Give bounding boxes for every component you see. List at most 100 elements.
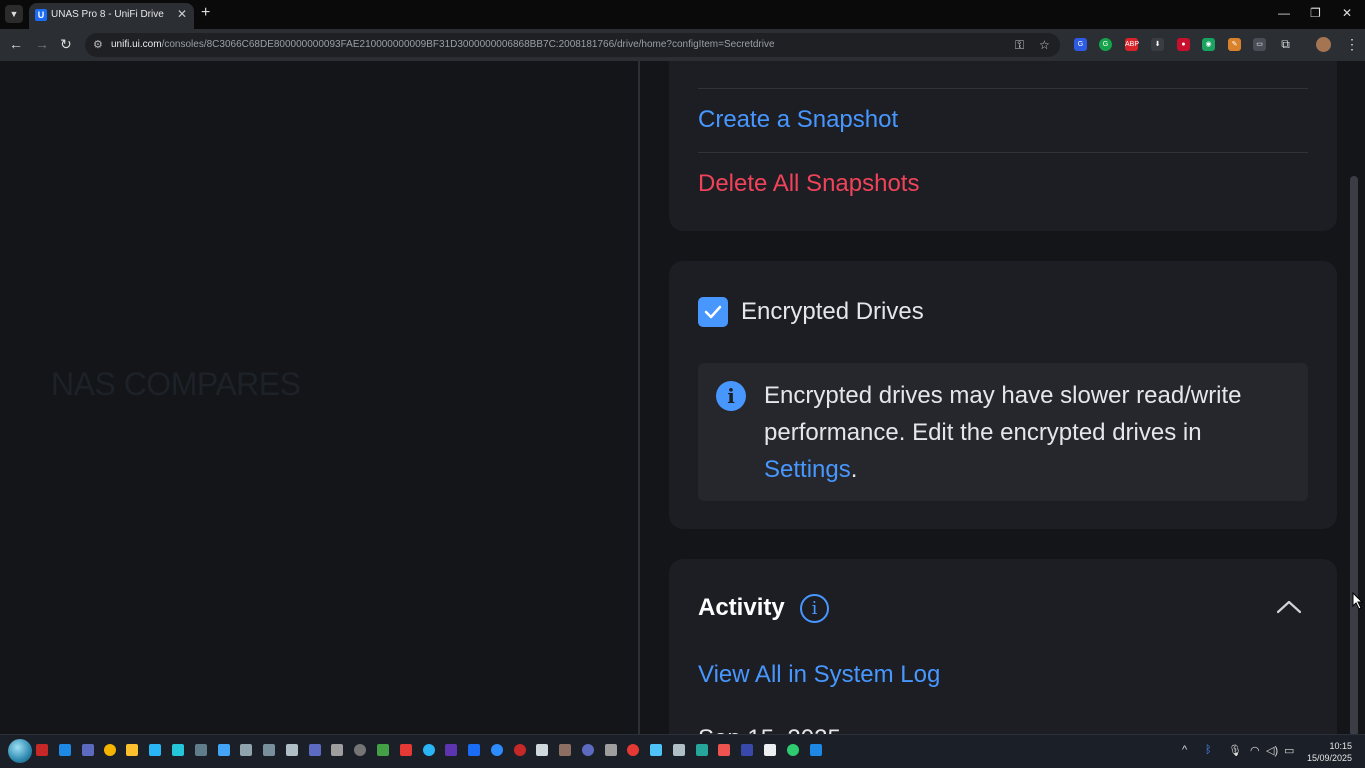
encrypted-drives-label: Encrypted Drives xyxy=(741,298,924,325)
divider xyxy=(698,88,1308,89)
info-icon: i xyxy=(716,381,746,411)
taskbar-app-icon[interactable] xyxy=(240,744,252,756)
taskbar-app-icon[interactable] xyxy=(514,744,526,756)
mouse-cursor-icon xyxy=(1352,592,1364,610)
taskbar-app-icon[interactable] xyxy=(400,744,412,756)
volume-icon[interactable]: ◁) xyxy=(1266,744,1278,757)
view-all-system-log-link[interactable]: View All in System Log xyxy=(698,661,940,689)
opera-taskbar-icon[interactable] xyxy=(627,744,639,756)
encryption-info-box: i Encrypted drives may have slower read/… xyxy=(698,363,1308,501)
taskbar-app-icon[interactable] xyxy=(286,744,298,756)
system-clock[interactable]: 10:15 15/09/2025 xyxy=(1306,740,1352,764)
minimize-window-icon[interactable]: — xyxy=(1278,6,1290,20)
activity-title: Activity xyxy=(698,594,785,621)
taskbar-app-icon[interactable] xyxy=(582,744,594,756)
extension-window-icon[interactable]: ▭ xyxy=(1253,38,1266,51)
pane-divider xyxy=(638,61,640,734)
settings-link[interactable]: Settings xyxy=(764,456,851,483)
taskbar-app-icon[interactable] xyxy=(195,744,207,756)
battery-icon[interactable]: ▭ xyxy=(1284,744,1294,757)
taskbar-app-icon[interactable] xyxy=(718,744,730,756)
site-info-icon[interactable]: ⚙ xyxy=(93,38,103,51)
close-window-icon[interactable]: ✕ xyxy=(1342,6,1352,20)
taskbar-app-icon[interactable] xyxy=(423,744,435,756)
clock-date: 15/09/2025 xyxy=(1306,753,1352,763)
taskbar-app-icon[interactable] xyxy=(218,744,230,756)
taskbar-app-icon[interactable] xyxy=(673,744,685,756)
browser-tabbar: ▼ U UNAS Pro 8 - UniFi Drive ✕ + — ❐ ✕ xyxy=(0,0,1365,29)
taskbar-app-icon[interactable] xyxy=(741,744,753,756)
zoom-taskbar-icon[interactable] xyxy=(491,744,503,756)
url-text[interactable]: unifi.ui.com/consoles/8C3066C68DE8000000… xyxy=(111,39,775,50)
activity-card: Activity i View All in System Log Sep 15… xyxy=(669,559,1337,734)
taskbar-app-icon[interactable] xyxy=(59,744,71,756)
taskbar-app-icon[interactable] xyxy=(309,744,321,756)
microphone-app-icon[interactable] xyxy=(605,744,617,756)
extension-orange-icon[interactable]: ✎ xyxy=(1228,38,1241,51)
microphone-icon[interactable]: 🎙 xyxy=(1228,744,1242,757)
taskbar-app-icon[interactable] xyxy=(696,744,708,756)
tray-overflow-chevron-icon[interactable]: ^ xyxy=(1182,744,1187,756)
watermark-text: NAS COMPARES xyxy=(51,366,301,402)
bookmark-star-icon[interactable]: ☆ xyxy=(1039,38,1050,52)
browser-tab-active[interactable]: U UNAS Pro 8 - UniFi Drive ✕ xyxy=(29,3,194,29)
taskbar-app-icon[interactable] xyxy=(650,744,662,756)
activity-info-icon[interactable]: i xyxy=(800,594,829,623)
taskbar-app-icon[interactable] xyxy=(559,744,571,756)
taskbar-app-icon[interactable] xyxy=(263,744,275,756)
encrypted-drives-checkbox[interactable] xyxy=(698,297,728,327)
delete-all-snapshots-link[interactable]: Delete All Snapshots xyxy=(698,170,919,198)
create-snapshot-link[interactable]: Create a Snapshot xyxy=(698,106,898,134)
wifi-icon[interactable]: ◠ xyxy=(1250,744,1260,757)
encryption-info-text: Encrypted drives may have slower read/wr… xyxy=(764,382,1242,483)
snapshots-card: Create a Snapshot Delete All Snapshots xyxy=(669,61,1337,231)
taskbar-app-icon[interactable] xyxy=(172,744,184,756)
extension-red-icon[interactable]: ● xyxy=(1177,38,1190,51)
taskbar-app-icon[interactable] xyxy=(764,744,776,756)
start-orb-icon[interactable] xyxy=(8,739,32,763)
browser-menu-icon[interactable]: ⋮ xyxy=(1345,36,1359,53)
extension-search-icon[interactable]: G xyxy=(1074,38,1087,51)
extension-download-icon[interactable]: ⬇ xyxy=(1151,38,1164,51)
taskbar-app-icon[interactable] xyxy=(377,744,389,756)
file-explorer-icon[interactable] xyxy=(126,744,138,756)
extension-green-icon[interactable]: ◉ xyxy=(1202,38,1215,51)
taskbar-app-icon[interactable] xyxy=(331,744,343,756)
forward-icon[interactable]: → xyxy=(35,36,49,52)
taskbar-app-icon[interactable] xyxy=(149,744,161,756)
profile-avatar[interactable] xyxy=(1316,37,1331,52)
tab-title: UNAS Pro 8 - UniFi Drive xyxy=(51,9,164,20)
teams-taskbar-icon[interactable] xyxy=(445,744,457,756)
checkmark-icon xyxy=(704,305,722,319)
encryption-card: Encrypted Drives i Encrypted drives may … xyxy=(669,261,1337,529)
taskbar-app-icon[interactable] xyxy=(536,744,548,756)
back-icon[interactable]: ← xyxy=(9,36,23,52)
restore-window-icon[interactable]: ❐ xyxy=(1310,6,1321,20)
extension-grammarly-icon[interactable]: G xyxy=(1099,38,1112,51)
tab-close-icon[interactable]: ✕ xyxy=(177,7,187,21)
taskbar-app-icon[interactable] xyxy=(354,744,366,756)
page-scrollbar[interactable] xyxy=(1350,176,1358,734)
reload-icon[interactable]: ↻ xyxy=(60,36,72,53)
clock-time: 10:15 xyxy=(1329,741,1352,751)
taskbar-app-icon[interactable] xyxy=(36,744,48,756)
new-tab-icon[interactable]: + xyxy=(201,5,210,21)
page-content: NAS COMPARES Create a Snapshot Delete Al… xyxy=(0,61,1365,734)
collapse-chevron-up-icon[interactable] xyxy=(1276,599,1302,615)
taskbar-app-icon[interactable] xyxy=(810,744,822,756)
chrome-taskbar-icon[interactable] xyxy=(104,744,116,756)
left-pane: NAS COMPARES xyxy=(0,61,638,734)
browser-toolbar: ← → ↻ ⚙ unifi.ui.com/consoles/8C3066C68D… xyxy=(0,29,1365,61)
os-taskbar: ^ ᛒ 🎙 ◠ ◁) ▭ 10:15 15/09/2025 xyxy=(0,734,1365,768)
address-bar[interactable]: ⚙ unifi.ui.com/consoles/8C3066C68DE80000… xyxy=(85,33,1060,57)
taskbar-app-icon[interactable] xyxy=(787,744,799,756)
unifi-taskbar-icon[interactable] xyxy=(468,744,480,756)
taskbar-app-icon[interactable] xyxy=(82,744,94,756)
tab-search-icon[interactable]: ▼ xyxy=(5,5,23,23)
unifi-favicon-icon: U xyxy=(35,9,47,21)
divider xyxy=(698,152,1308,153)
password-key-icon[interactable]: ⚿ xyxy=(1015,38,1024,53)
extensions-puzzle-icon[interactable]: ⧉ xyxy=(1279,38,1292,51)
extension-adblock-icon[interactable]: ABP xyxy=(1125,38,1139,51)
bluetooth-icon[interactable]: ᛒ xyxy=(1205,744,1212,756)
